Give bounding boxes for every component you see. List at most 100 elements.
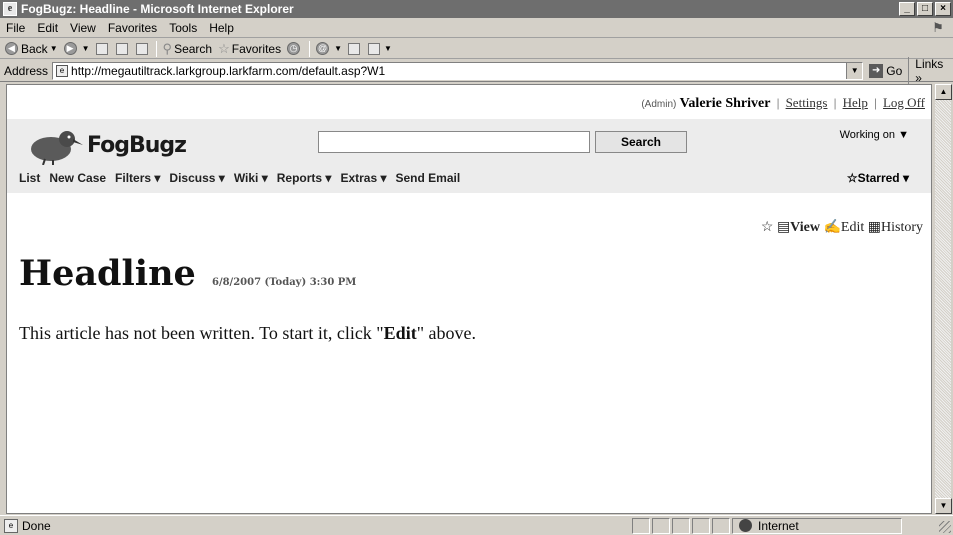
window-titlebar[interactable]: e FogBugz: Headline - Microsoft Internet…: [0, 0, 953, 18]
stop-button[interactable]: [93, 42, 113, 55]
address-dropdown-icon[interactable]: ▼: [846, 62, 863, 79]
security-zone[interactable]: Internet: [732, 517, 902, 534]
logo-text: FogBugz: [87, 133, 187, 158]
zone-label: Internet: [758, 518, 799, 533]
forward-dropdown-icon[interactable]: ▼: [82, 44, 90, 53]
user-bar: (Admin) Valerie Shriver | Settings | Hel…: [641, 95, 925, 112]
page-viewport: (Admin) Valerie Shriver | Settings | Hel…: [6, 84, 932, 514]
fogbugz-logo[interactable]: FogBugz: [25, 125, 187, 166]
star-icon: ☆: [218, 40, 230, 56]
toolbar-separator: [309, 40, 311, 57]
starred-dropdown[interactable]: ☆Starred ▾: [847, 171, 909, 185]
back-dropdown-icon[interactable]: ▼: [50, 44, 58, 53]
print-button[interactable]: [345, 42, 365, 55]
mail-icon: @: [316, 42, 330, 55]
mail-button[interactable]: @ ▼: [313, 42, 345, 55]
status-panel: [692, 517, 710, 534]
close-button[interactable]: ×: [935, 2, 951, 16]
magnifier-icon: ⚲: [162, 40, 173, 56]
nav-list[interactable]: List: [19, 171, 40, 185]
address-field[interactable]: e http://megautiltrack.larkgroup.larkfar…: [52, 61, 864, 80]
menu-help[interactable]: Help: [203, 21, 240, 35]
help-link[interactable]: Help: [843, 95, 868, 110]
article-title-row: Headline 6/8/2007 (Today) 3:30 PM: [19, 253, 356, 294]
address-label: Address: [4, 63, 49, 78]
article-title: Headline: [19, 253, 196, 294]
search-input[interactable]: [318, 131, 590, 153]
go-arrow-icon: ➜: [869, 63, 884, 78]
ie-page-icon: e: [3, 2, 17, 16]
settings-link[interactable]: Settings: [786, 95, 828, 110]
resize-grip[interactable]: [939, 521, 951, 533]
window-controls: _ □ ×: [899, 2, 951, 16]
minimize-button[interactable]: _: [899, 2, 915, 16]
toolbar-separator: [155, 40, 157, 57]
go-button[interactable]: ➜ Go: [863, 63, 908, 78]
article-toolbar: ☆ ▤View ✍Edit ▦History: [761, 219, 923, 236]
separator: |: [776, 95, 780, 110]
fogbugz-header: (Admin) Valerie Shriver | Settings | Hel…: [7, 85, 931, 213]
working-on-dropdown[interactable]: Working on ▼: [840, 129, 909, 141]
globe-icon: [739, 519, 752, 532]
back-label: Back: [21, 41, 48, 56]
links-chevron-icon: »: [915, 70, 922, 85]
status-panel: [632, 517, 650, 534]
user-role: (Admin): [641, 99, 677, 110]
body-text-end: " above.: [416, 323, 477, 343]
edit-page-button[interactable]: ▼: [365, 42, 395, 55]
status-panel: [652, 517, 670, 534]
edit-icon: ✍: [823, 220, 841, 235]
user-name: Valerie Shriver: [679, 96, 771, 111]
mail-dropdown-icon[interactable]: ▼: [334, 44, 342, 53]
menu-file[interactable]: File: [0, 21, 31, 35]
links-button[interactable]: Links »: [908, 56, 953, 85]
favorites-label: Favorites: [231, 41, 282, 56]
refresh-icon: [115, 42, 128, 55]
home-button[interactable]: [133, 42, 153, 55]
scroll-up-button[interactable]: ▲: [935, 84, 952, 100]
favorites-button[interactable]: ☆ Favorites: [215, 41, 284, 57]
menu-tools[interactable]: Tools: [163, 21, 203, 35]
main-nav: List New Case Filters ▾ Discuss ▾ Wiki ▾…: [19, 171, 460, 185]
article-timestamp: 6/8/2007 (Today) 3:30 PM: [211, 277, 357, 288]
nav-send-email[interactable]: Send Email: [396, 171, 461, 185]
windows-flag-icon: ⚑: [932, 20, 944, 35]
history-link[interactable]: History: [881, 220, 923, 235]
view-link[interactable]: View: [790, 220, 820, 235]
search-button[interactable]: Search: [595, 131, 687, 153]
standard-toolbar: ◀ Back ▼ ▶ ▼ ⚲ Search ☆ Favorites ◷ @ ▼ …: [0, 39, 953, 59]
status-bar: e Done Internet: [0, 515, 953, 535]
address-url[interactable]: http://megautiltrack.larkgroup.larkfarm.…: [71, 64, 385, 78]
refresh-button[interactable]: [113, 42, 133, 55]
star-icon[interactable]: ☆: [761, 220, 774, 235]
menu-view[interactable]: View: [64, 21, 102, 35]
status-text: Done: [22, 518, 51, 533]
page-icon: e: [56, 64, 69, 77]
history-icon: ▦: [867, 220, 881, 235]
kiwi-bird-icon: [31, 131, 83, 166]
logoff-link[interactable]: Log Off: [883, 95, 925, 110]
page-status-icon: e: [4, 518, 18, 533]
vertical-scrollbar[interactable]: ▲ ▼: [934, 84, 952, 514]
search-toolbar-button[interactable]: ⚲ Search: [160, 41, 216, 57]
menu-favorites[interactable]: Favorites: [102, 21, 163, 35]
edit-link[interactable]: Edit: [841, 220, 864, 235]
separator: |: [874, 95, 877, 110]
nav-reports[interactable]: Reports ▾: [277, 171, 332, 185]
nav-wiki[interactable]: Wiki ▾: [234, 171, 268, 185]
back-button[interactable]: ◀ Back ▼: [2, 42, 61, 56]
edit-dropdown-icon[interactable]: ▼: [384, 44, 392, 53]
maximize-button[interactable]: □: [917, 2, 933, 16]
stop-icon: [95, 42, 108, 55]
forward-button[interactable]: ▶ ▼: [61, 42, 93, 55]
nav-filters[interactable]: Filters ▾: [115, 171, 160, 185]
scroll-down-button[interactable]: ▼: [935, 498, 952, 514]
search-toolbar-label: Search: [174, 41, 213, 56]
history-button[interactable]: ◷: [284, 42, 306, 55]
print-icon: [348, 42, 361, 55]
menu-edit[interactable]: Edit: [31, 21, 64, 35]
nav-new-case[interactable]: New Case: [49, 171, 106, 185]
nav-discuss[interactable]: Discuss ▾: [169, 171, 224, 185]
separator: |: [833, 95, 837, 110]
nav-extras[interactable]: Extras ▾: [340, 171, 386, 185]
